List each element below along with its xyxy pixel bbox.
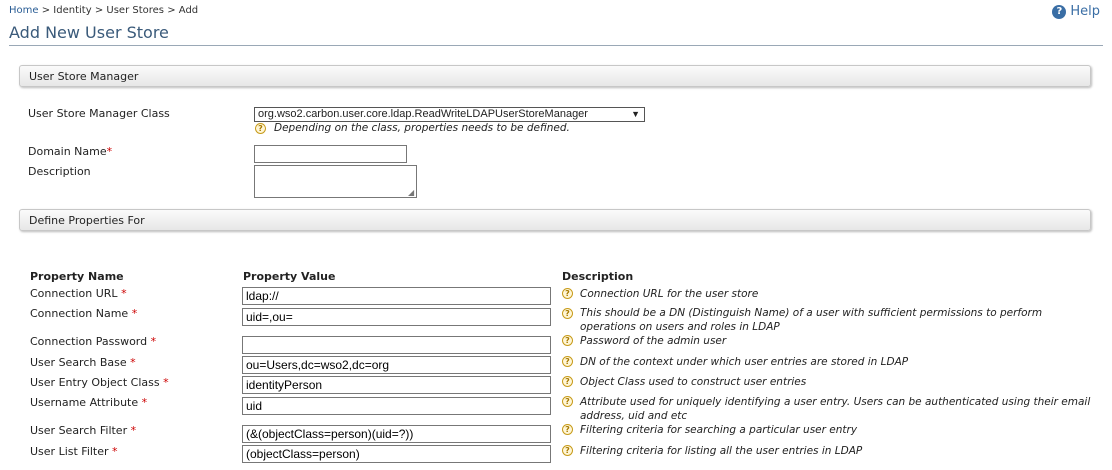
breadcrumb-separator: > — [41, 5, 51, 16]
connection-url-input[interactable]: ldap:// — [242, 287, 551, 305]
user-search-base-input[interactable]: ou=Users,dc=wso2,dc=org — [242, 356, 551, 374]
required-mark: * — [106, 145, 113, 158]
property-description: Connection URL for the user store — [580, 288, 759, 300]
section-header-define-properties: Define Properties For — [19, 209, 1091, 231]
property-name-text: User Search Base — [30, 356, 127, 369]
property-description: Password of the admin user — [580, 335, 727, 347]
property-description: Object Class used to construct user entr… — [580, 376, 807, 388]
user-entry-object-class-input[interactable]: identityPerson — [242, 376, 551, 394]
question-mark-icon: ? — [562, 356, 573, 367]
breadcrumb-home[interactable]: Home — [9, 5, 39, 16]
domain-name-input[interactable] — [254, 145, 407, 163]
question-mark-icon: ? — [562, 424, 573, 435]
question-circle-icon: ? — [1052, 4, 1067, 19]
property-name-text: Connection URL — [30, 287, 118, 300]
connection-password-input[interactable] — [242, 336, 551, 354]
help-link[interactable]: ? Help — [1052, 4, 1100, 19]
property-description: This should be a DN (Distinguish Name) o… — [580, 307, 1043, 333]
required-mark: * — [150, 335, 157, 348]
breadcrumb-separator: > — [94, 5, 104, 16]
description-textarea[interactable] — [254, 165, 417, 198]
question-mark-icon: ? — [562, 288, 573, 299]
description-label: Description — [28, 165, 91, 178]
connection-name-input[interactable]: uid=,ou= — [242, 308, 551, 326]
user-search-filter-input[interactable]: (&(objectClass=person)(uid=?)) — [242, 425, 551, 443]
property-name: User Search Base * — [30, 356, 136, 369]
required-mark: * — [130, 424, 137, 437]
chevron-down-icon: ▼ — [631, 109, 640, 119]
property-name: User Search Filter * — [30, 424, 136, 437]
page-title: Add New User Store — [9, 23, 169, 42]
help-label: Help — [1070, 4, 1100, 19]
question-mark-icon: ? — [562, 308, 573, 319]
breadcrumb-separator: > — [167, 5, 176, 16]
property-name: Connection URL * — [30, 287, 127, 300]
question-mark-icon: ? — [562, 335, 573, 346]
domain-name-label: Domain Name* — [28, 145, 112, 158]
manager-class-label: User Store Manager Class — [28, 107, 170, 120]
user-list-filter-input[interactable]: (objectClass=person) — [242, 445, 551, 463]
column-header-description: Description — [562, 270, 634, 283]
column-header-property-value: Property Value — [243, 270, 336, 283]
property-description: Filtering criteria for searching a parti… — [580, 424, 858, 436]
domain-name-label-text: Domain Name — [28, 145, 107, 158]
required-mark: * — [163, 376, 169, 389]
manager-class-select[interactable]: org.wso2.carbon.user.core.ldap.ReadWrite… — [254, 107, 645, 122]
breadcrumb-identity[interactable]: Identity — [53, 5, 91, 16]
required-mark: * — [141, 396, 148, 409]
question-mark-icon: ? — [562, 396, 573, 407]
property-name-text: Connection Name — [30, 307, 129, 320]
required-mark: * — [112, 445, 118, 458]
title-divider — [9, 45, 1103, 46]
property-description: Attribute used for uniquely identifying … — [580, 396, 1091, 422]
property-name-text: User Entry Object Class — [30, 376, 160, 389]
required-mark: * — [130, 356, 136, 369]
column-header-property-name: Property Name — [30, 270, 124, 283]
property-name-text: Connection Password — [30, 335, 148, 348]
breadcrumb-current: Add — [178, 5, 199, 16]
question-mark-icon: ? — [562, 445, 573, 456]
property-description: DN of the context under which user entri… — [580, 356, 909, 368]
property-name: Connection Password * — [30, 335, 156, 348]
resize-grip-icon[interactable]: ◢ — [408, 188, 414, 197]
manager-class-hint-text: Depending on the class, properties needs… — [274, 122, 570, 134]
property-name: Username Attribute * — [30, 396, 147, 409]
username-attribute-input[interactable]: uid — [242, 397, 551, 415]
property-name: User Entry Object Class * — [30, 376, 169, 389]
property-name-text: Username Attribute — [30, 396, 139, 409]
question-mark-icon: ? — [255, 122, 266, 134]
breadcrumb-user-stores[interactable]: User Stores — [106, 5, 164, 16]
required-mark: * — [131, 307, 138, 320]
manager-class-selected: org.wso2.carbon.user.core.ldap.ReadWrite… — [258, 108, 588, 120]
section-header-user-store-manager: User Store Manager — [19, 65, 1091, 87]
required-mark: * — [121, 287, 127, 300]
property-name: User List Filter * — [30, 445, 118, 458]
property-name-text: User List Filter — [30, 445, 109, 458]
property-name: Connection Name * — [30, 307, 137, 320]
breadcrumb: Home > Identity > User Stores > Add — [9, 5, 198, 16]
question-mark-icon: ? — [562, 376, 573, 387]
property-description: Filtering criteria for listing all the u… — [580, 445, 863, 457]
manager-class-hint: ? Depending on the class, properties nee… — [255, 122, 570, 134]
property-name-text: User Search Filter — [30, 424, 128, 437]
